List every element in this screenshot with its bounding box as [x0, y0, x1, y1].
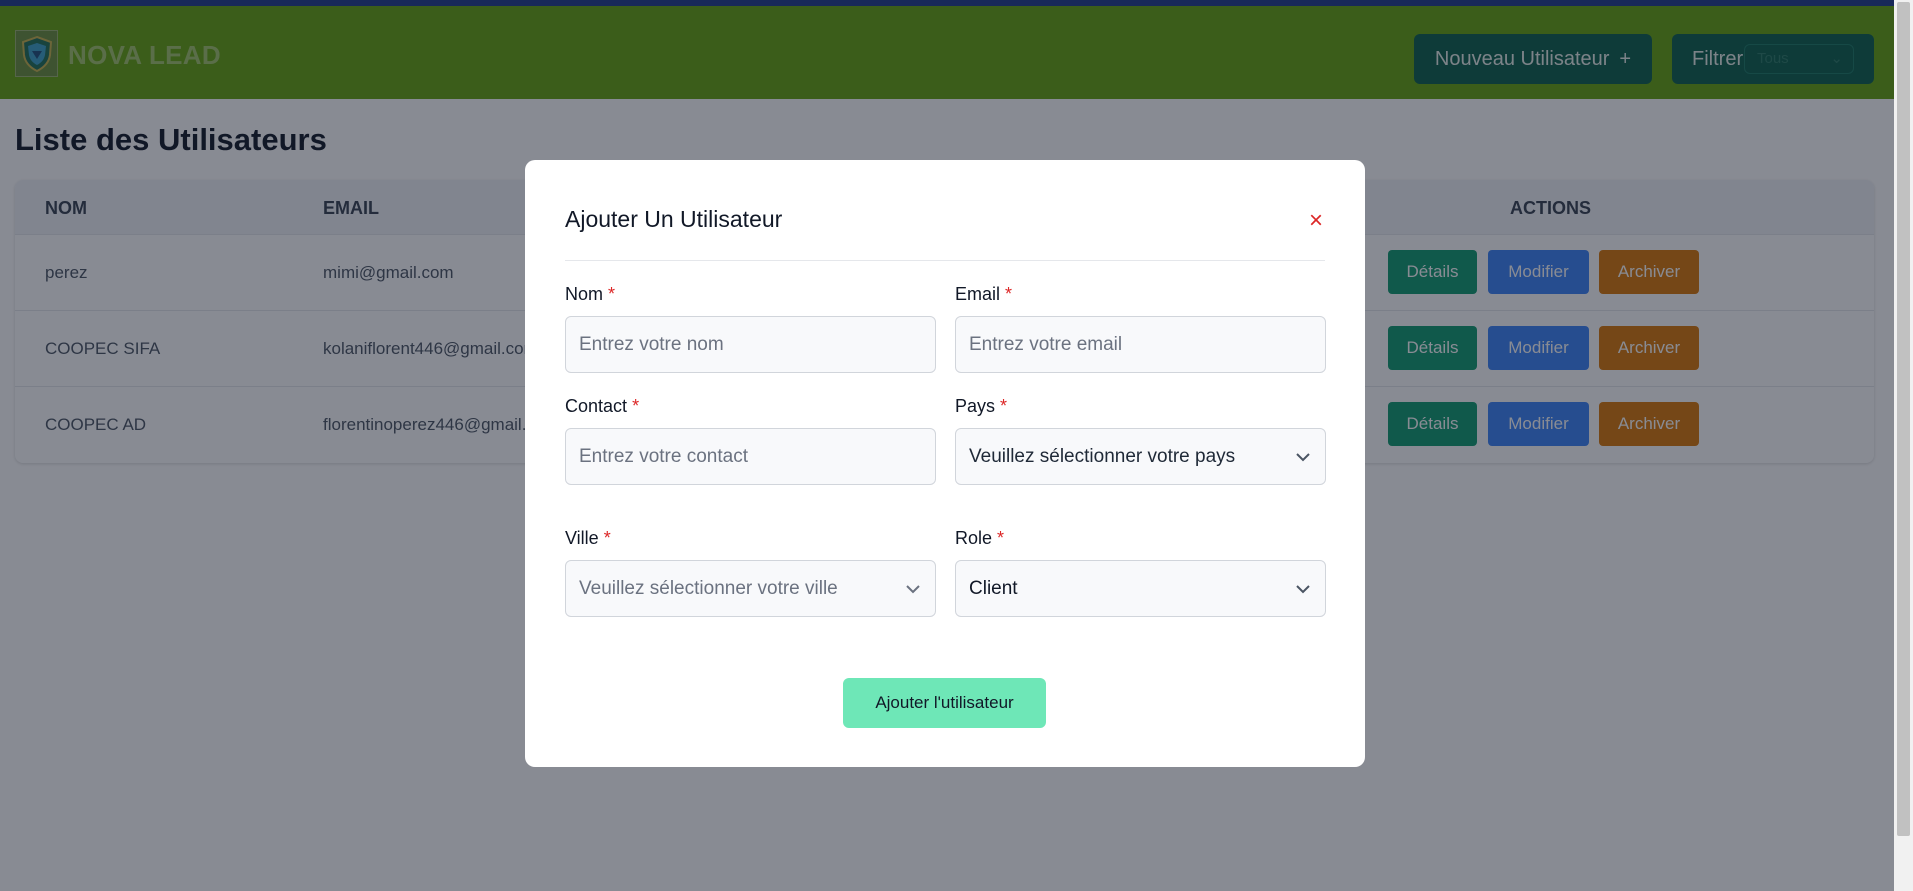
contact-label-text: Contact — [565, 396, 628, 416]
nom-label-text: Nom — [565, 284, 604, 304]
pays-label-text: Pays — [955, 396, 996, 416]
chevron-down-icon — [905, 561, 921, 616]
nom-label: Nom * — [565, 284, 615, 305]
required-mark: * — [603, 528, 611, 548]
email-label: Email * — [955, 284, 1012, 305]
required-mark: * — [632, 396, 640, 416]
close-icon[interactable]: × — [1305, 209, 1327, 233]
contact-input[interactable]: Entrez votre contact — [565, 428, 936, 485]
role-label-text: Role — [955, 528, 993, 548]
chevron-down-icon — [1295, 429, 1311, 484]
modal-divider — [565, 260, 1325, 261]
scrollbar-thumb[interactable] — [1897, 2, 1910, 836]
role-label: Role * — [955, 528, 1004, 549]
ville-label-text: Ville — [565, 528, 599, 548]
role-select[interactable]: Client — [955, 560, 1326, 617]
add-user-submit-button[interactable]: Ajouter l'utilisateur — [843, 678, 1046, 728]
modal-title: Ajouter Un Utilisateur — [565, 206, 783, 232]
required-mark: * — [997, 528, 1005, 548]
nom-input[interactable]: Entrez votre nom — [565, 316, 936, 373]
page-scrollbar[interactable] — [1894, 0, 1913, 891]
add-user-modal: Ajouter Un Utilisateur × Nom * Entrez vo… — [525, 160, 1365, 767]
contact-label: Contact * — [565, 396, 639, 417]
required-mark: * — [1005, 284, 1013, 304]
pays-select[interactable]: Veuillez sélectionner votre pays — [955, 428, 1326, 485]
pays-label: Pays * — [955, 396, 1007, 417]
required-mark: * — [608, 284, 616, 304]
chevron-down-icon — [1295, 561, 1311, 616]
required-mark: * — [1000, 396, 1008, 416]
ville-select-value: Veuillez sélectionner votre ville — [579, 578, 838, 599]
ville-label: Ville * — [565, 528, 611, 549]
email-label-text: Email — [955, 284, 1001, 304]
pays-select-value: Veuillez sélectionner votre pays — [969, 446, 1236, 467]
ville-select[interactable]: Veuillez sélectionner votre ville — [565, 560, 936, 617]
email-input[interactable]: Entrez votre email — [955, 316, 1326, 373]
role-select-value: Client — [969, 578, 1018, 599]
